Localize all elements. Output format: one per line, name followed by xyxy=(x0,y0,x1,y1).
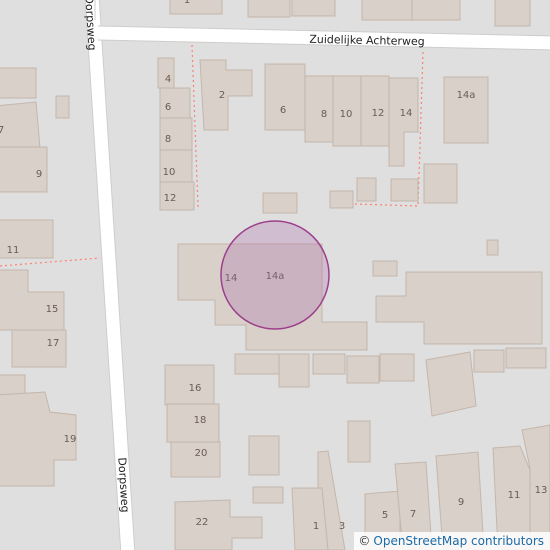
house-number: 14 xyxy=(400,108,413,119)
house-number: 5 xyxy=(382,510,388,521)
house-number: 11 xyxy=(508,490,521,501)
house-number: 10 xyxy=(340,109,353,120)
house-number: 9 xyxy=(458,497,464,508)
attribution: © OpenStreetMap contributors xyxy=(354,532,550,550)
house-number: 8 xyxy=(321,109,327,120)
house-number: 16 xyxy=(189,383,202,394)
house-number: 12 xyxy=(164,193,177,204)
house-number: 7 xyxy=(410,509,416,520)
house-number: 7 xyxy=(0,125,4,136)
copyright-symbol: © xyxy=(358,534,371,548)
house-number: 10 xyxy=(163,167,176,178)
house-number: 19 xyxy=(64,434,77,445)
map-view[interactable]: Zuidelijke Achterweg Dorpsweg Dorpsweg 1… xyxy=(0,0,550,550)
house-number: 8 xyxy=(165,134,171,145)
house-number: 15 xyxy=(46,304,59,315)
house-number: 6 xyxy=(165,102,171,113)
map-canvas: Zuidelijke Achterweg Dorpsweg Dorpsweg 1… xyxy=(0,0,550,550)
house-number: 3 xyxy=(339,521,345,532)
street-label-zuidelijke-achterweg: Zuidelijke Achterweg xyxy=(309,33,425,48)
house-number: 2 xyxy=(219,90,225,101)
house-number: 4 xyxy=(165,74,171,85)
house-number: 13 xyxy=(535,485,548,496)
house-number: 11 xyxy=(7,245,20,256)
house-number: 14a xyxy=(457,90,476,101)
house-number: 6 xyxy=(280,105,286,116)
house-number: 18 xyxy=(194,415,207,426)
location-marker-circle[interactable] xyxy=(220,220,330,330)
street-label-dorpsweg-upper: Dorpsweg xyxy=(82,0,98,51)
house-number: 1 xyxy=(313,521,319,532)
house-number: 17 xyxy=(47,338,60,349)
house-number: 20 xyxy=(195,448,208,459)
house-number: 9 xyxy=(36,169,42,180)
house-number: 22 xyxy=(196,517,209,528)
attribution-link[interactable]: OpenStreetMap contributors xyxy=(373,534,544,548)
house-number: 12 xyxy=(372,108,385,119)
house-number: 1 xyxy=(184,0,190,6)
